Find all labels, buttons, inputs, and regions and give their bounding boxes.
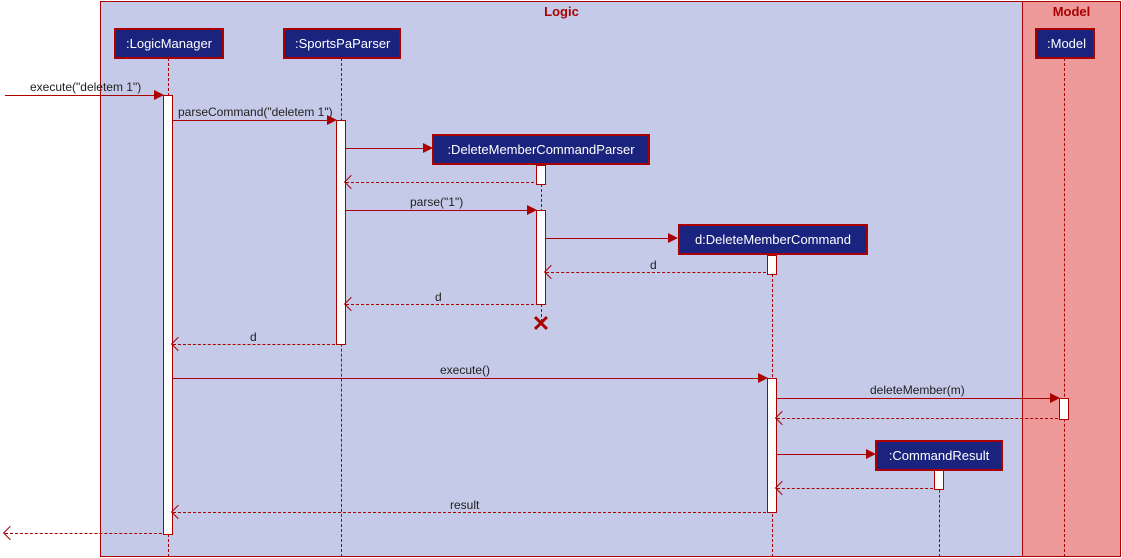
arrowhead-create-dmc bbox=[668, 233, 678, 243]
arrowhead-execute1 bbox=[154, 90, 164, 100]
msg-d2: d bbox=[435, 290, 442, 304]
msg-result: result bbox=[450, 498, 479, 512]
command-result-participant: :CommandResult bbox=[875, 440, 1003, 471]
arrow-execute2 bbox=[173, 378, 764, 379]
arrow-d1 bbox=[546, 272, 766, 273]
arrow-result bbox=[173, 512, 766, 513]
arrow-create-dmcp bbox=[346, 148, 429, 149]
dmc-activation-2 bbox=[767, 378, 777, 513]
dmcp-activation-1 bbox=[536, 165, 546, 185]
arrowhead-create-cr bbox=[866, 449, 876, 459]
msg-d3: d bbox=[250, 330, 257, 344]
msg-execute1: execute("deletem 1") bbox=[30, 80, 141, 94]
model-participant: :Model bbox=[1035, 28, 1095, 59]
logic-frame: Logic bbox=[100, 1, 1023, 557]
arrow-parse1 bbox=[346, 210, 533, 211]
arrow-final-return bbox=[5, 533, 162, 534]
logic-manager-activation bbox=[163, 95, 173, 535]
msg-execute2: execute() bbox=[440, 363, 490, 377]
arrow-deletemember bbox=[777, 398, 1056, 399]
arrow-cr-return bbox=[777, 488, 933, 489]
arrow-d3 bbox=[173, 344, 335, 345]
model-activation bbox=[1059, 398, 1069, 420]
arrowhead-final-return bbox=[3, 526, 17, 540]
dmc-activation-1 bbox=[767, 255, 777, 275]
arrowhead-execute2 bbox=[758, 373, 768, 383]
arrow-execute1 bbox=[5, 95, 160, 96]
msg-parse1: parse("1") bbox=[410, 195, 463, 209]
arrow-return-dmcp bbox=[346, 182, 534, 183]
model-frame: Model bbox=[1022, 1, 1121, 557]
delete-member-command-parser-participant: :DeleteMemberCommandParser bbox=[432, 134, 650, 165]
delete-member-command-participant: d:DeleteMemberCommand bbox=[678, 224, 868, 255]
arrowhead-create-dmcp bbox=[423, 143, 433, 153]
arrow-deletemember-return bbox=[777, 418, 1058, 419]
arrow-parsecommand bbox=[173, 120, 333, 121]
msg-deletemember: deleteMember(m) bbox=[870, 383, 965, 397]
sports-parser-activation bbox=[336, 120, 346, 345]
model-frame-title: Model bbox=[1053, 4, 1091, 19]
logic-frame-title: Logic bbox=[544, 4, 579, 19]
arrowhead-deletemember bbox=[1050, 393, 1060, 403]
arrow-create-dmc bbox=[546, 238, 674, 239]
arrowhead-parsecommand bbox=[327, 115, 337, 125]
command-result-activation bbox=[934, 470, 944, 490]
msg-parsecommand: parseCommand("deletem 1") bbox=[178, 105, 333, 119]
sports-parser-participant: :SportsPaParser bbox=[283, 28, 401, 59]
model-lifeline bbox=[1064, 58, 1065, 557]
arrow-create-cr bbox=[777, 454, 872, 455]
arrow-d2 bbox=[346, 304, 534, 305]
msg-d1: d bbox=[650, 258, 657, 272]
logic-manager-participant: :LogicManager bbox=[114, 28, 224, 59]
arrowhead-parse1 bbox=[527, 205, 537, 215]
dmcp-activation-2 bbox=[536, 210, 546, 305]
destroy-dmcp-icon: ✕ bbox=[531, 314, 551, 334]
